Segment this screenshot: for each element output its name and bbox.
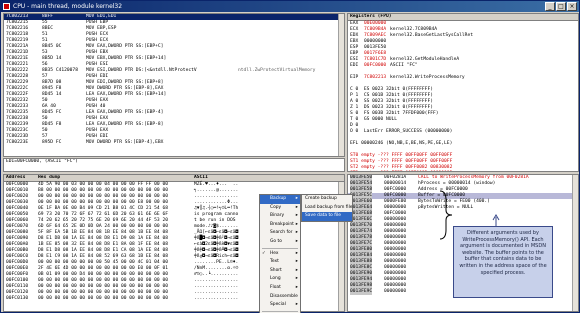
menu-item-label: Float (270, 284, 281, 290)
submenu-item-save-data-to-file[interactable]: Save data to file (302, 212, 352, 221)
menu-item-label: Short (270, 267, 282, 273)
menu-item-label: Backup (270, 196, 287, 201)
menu-item-copy[interactable]: Copy ▸ (260, 204, 300, 213)
menu-separator (262, 247, 298, 249)
cpu-icon (3, 3, 10, 10)
submenu-arrow-icon: ▸ (295, 221, 298, 227)
submenu-arrow-icon: ▸ (295, 238, 298, 244)
menu-item-label: Create backup (305, 196, 337, 201)
title-bar[interactable]: CPU - main thread, module kernel32 _ □ × (1, 1, 579, 12)
fpu-register-row[interactable]: ST3 empty -??? FFFF 00FF0082 00830082 (348, 171, 578, 172)
menu-item-label: Long (270, 276, 281, 282)
info-pane: EDI=00FC0000, (ASCII "FC") (3, 158, 345, 172)
stack-scrollbar[interactable] (572, 175, 578, 311)
submenu-arrow-icon: ▸ (295, 204, 298, 210)
dump-header: Address Hex dump ASCII (4, 175, 344, 182)
disasm-scrollbar[interactable] (338, 14, 344, 156)
disasm-address: 7C80223E (6, 140, 29, 145)
menu-item-special[interactable]: Special ▸ (260, 301, 300, 310)
menu-item-label: Special (270, 302, 286, 308)
submenu-arrow-icon: ▸ (295, 284, 298, 290)
submenu-arrow-icon: ▸ (295, 276, 298, 282)
submenu-arrow-icon: ▸ (295, 267, 298, 273)
submenu-arrow-icon: ▸ (295, 213, 298, 219)
callout-bracket-icon (439, 190, 453, 240)
checkmark-icon: ✓ (262, 250, 266, 256)
menu-item-binary[interactable]: Binary ▸ (260, 212, 300, 221)
menu-item-short[interactable]: Short ▸ (260, 267, 300, 276)
submenu-arrow-icon: ▸ (295, 259, 298, 265)
disasm-hex: 895D FC (42, 140, 62, 145)
menu-item-label: Load backup from file (305, 204, 353, 210)
annotation-callout: Different arguments used by WriteProcess… (453, 226, 553, 298)
ascii-column-header[interactable]: ASCII (194, 175, 208, 181)
stack-address: 0013FE9C (350, 289, 373, 295)
maximize-button[interactable]: □ (556, 2, 566, 11)
submenu-item-load-backup-from-file[interactable]: Load backup from file (302, 204, 353, 213)
menu-item-label: Copy (270, 204, 282, 210)
menu-item-label: Binary (270, 213, 285, 219)
menu-item-label: Save data to file (305, 213, 341, 219)
menu-item-label: Text (270, 259, 279, 265)
menu-item-long[interactable]: Long ▸ (260, 275, 300, 284)
registers-header[interactable]: Registers (FPU) (348, 14, 578, 21)
stack-value: 00000000 (384, 289, 407, 294)
info-line: EDI=00FC0000, (ASCII "FC") (6, 159, 78, 164)
menu-item-label: Search for (270, 230, 293, 236)
menu-item-float[interactable]: Float ▸ (260, 284, 300, 293)
menu-item-go-to[interactable]: Go to ▸ (260, 238, 300, 247)
menu-item-label: Breakpoint (270, 221, 294, 227)
disasm-row[interactable]: 7C80223E 895D FC MOV DWORD PTR SS:[EBP-4],… (4, 140, 344, 146)
menu-item-label: Go to (270, 238, 282, 244)
submenu-item-create-backup[interactable]: Create backup (302, 195, 352, 204)
menu-item-hex[interactable]: ✓ Hex ▸ (260, 250, 300, 259)
cpu-window: CPU - main thread, module kernel32 _ □ ×… (0, 0, 580, 313)
disasm-instruction: MOV DWORD PTR SS:[EBP-4],EBX (86, 140, 164, 145)
disassembly-pane[interactable]: 7C802213 8BFF MOV EDI,EDI 7C802215 55 PUSH EB… (3, 13, 345, 157)
submenu-arrow-icon: ▸ (295, 196, 298, 201)
hex-column-header[interactable]: Hex dump (38, 175, 60, 181)
menu-item-label: Disassemble (270, 293, 298, 299)
menu-separator (262, 310, 298, 312)
window-title: CPU - main thread, module kernel32 (13, 3, 123, 10)
menu-item-search-for[interactable]: Search for ▸ (260, 229, 300, 238)
window-controls: _ □ × (545, 2, 577, 11)
submenu-arrow-icon: ▸ (295, 230, 298, 236)
minimize-button[interactable]: _ (545, 2, 555, 11)
menu-item-breakpoint[interactable]: Breakpoint ▸ (260, 221, 300, 230)
submenu-arrow-icon: ▸ (295, 250, 298, 256)
context-menu: Backup ▸ Copy ▸ Binary ▸ Breakpoint ▸ Search for… (259, 194, 301, 313)
dump-address: 00FC0130 (6, 296, 29, 301)
menu-item-text[interactable]: Text ▸ (260, 258, 300, 267)
menu-item-label: Hex (270, 250, 279, 256)
submenu-arrow-icon: ▸ (295, 302, 298, 308)
dump-hex-bytes: 00 00 00 00 00 00 00 00 00 00 00 00 00 0… (38, 296, 168, 301)
address-column-header[interactable]: Address (6, 175, 25, 181)
close-button[interactable]: × (567, 2, 577, 11)
menu-item-disassemble[interactable]: Disassemble (260, 293, 300, 302)
registers-pane[interactable]: Registers (FPU) EAX 00E00000 ECX 7C809B4A ke… (347, 13, 579, 172)
dump-ascii: ................ (194, 296, 239, 301)
menu-item-backup[interactable]: Backup ▸ (260, 195, 300, 204)
backup-submenu: Create backup Load backup from file Save d… (301, 194, 353, 222)
